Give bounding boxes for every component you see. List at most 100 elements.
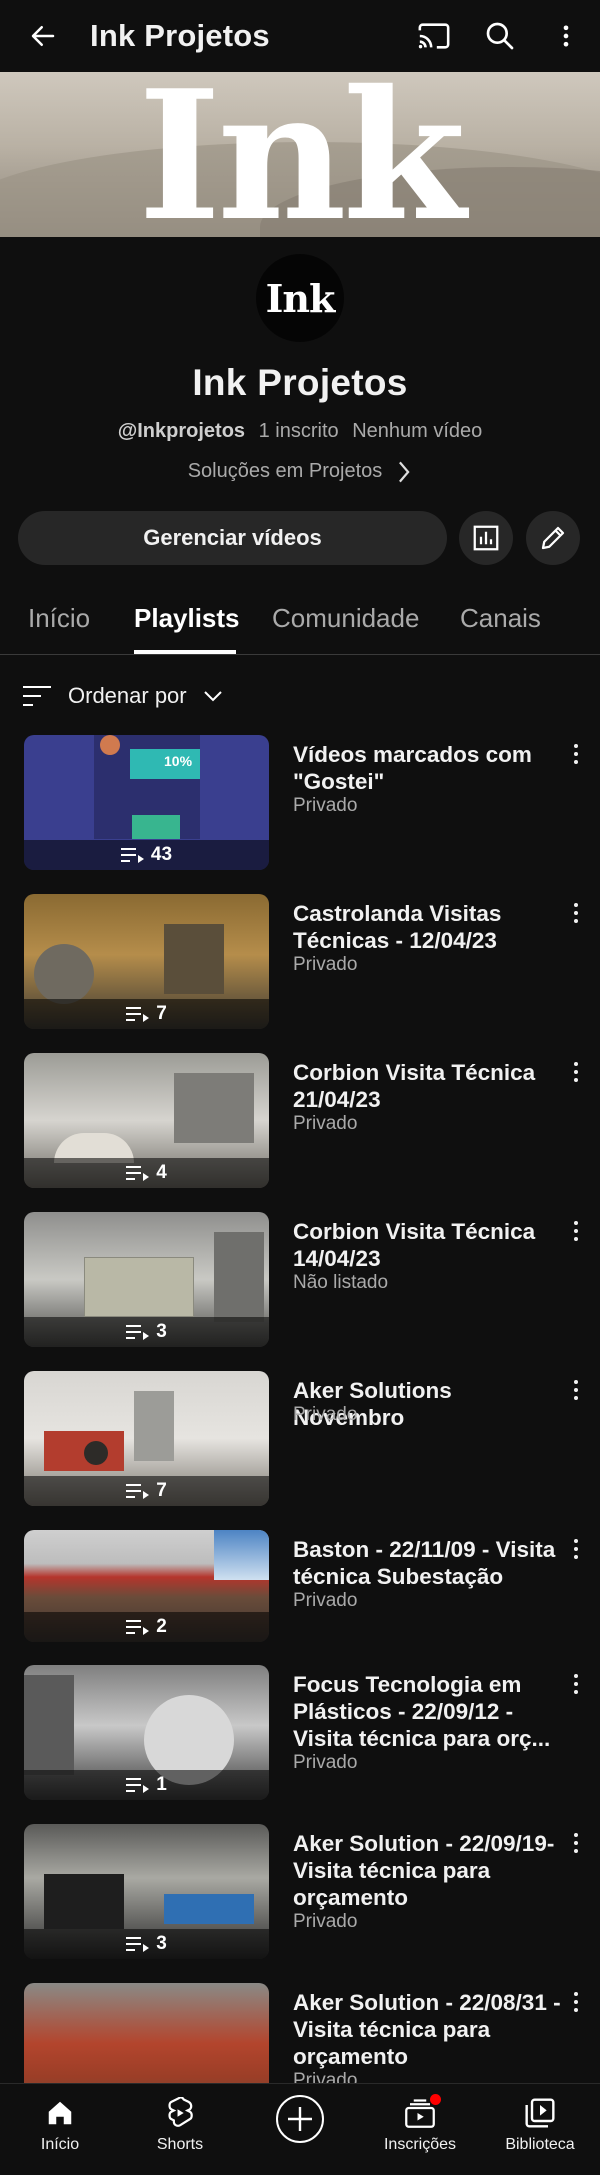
nav-home[interactable]: Início xyxy=(0,2084,120,2175)
playlist-video-count: 2 xyxy=(24,1612,269,1642)
playlist-icon xyxy=(126,1778,150,1793)
playlist-title[interactable]: Vídeos marcados com "Gostei" xyxy=(293,741,563,795)
playlist-thumbnail[interactable]: 7 xyxy=(24,1371,269,1506)
playlist-item[interactable]: 7 Castrolanda Visitas Técnicas - 12/04/2… xyxy=(0,894,600,1029)
shorts-icon xyxy=(165,2096,195,2130)
nav-subscriptions[interactable]: Inscrições xyxy=(360,2084,480,2175)
playlist-item[interactable]: 1 Focus Tecnologia em Plásticos - 22/09/… xyxy=(0,1665,600,1800)
bottom-navigation: Início Shorts Inscrições Biblioteca xyxy=(0,2083,600,2175)
playlist-title[interactable]: Corbion Visita Técnica 21/04/23 xyxy=(293,1059,563,1113)
playlist-thumbnail[interactable]: 1 xyxy=(24,1665,269,1800)
playlist-privacy: Privado xyxy=(293,1911,358,1932)
playlist-icon xyxy=(126,1620,150,1635)
playlist-privacy: Privado xyxy=(293,1752,358,1773)
tab-comunidade[interactable]: Comunidade xyxy=(272,603,419,634)
playlist-title[interactable]: Aker Solution - 22/09/19- Visita técnica… xyxy=(293,1830,563,1911)
playlist-title[interactable]: Baston - 22/11/09 - Visita técnica Subes… xyxy=(293,1536,563,1593)
more-vert-icon[interactable] xyxy=(566,1989,586,2015)
sort-label: Ordenar por xyxy=(68,683,187,708)
playlist-item[interactable]: 3 Aker Solution - 22/09/19- Visita técni… xyxy=(0,1824,600,1959)
nav-shorts[interactable]: Shorts xyxy=(120,2084,240,2175)
manage-videos-button[interactable]: Gerenciar vídeos xyxy=(18,511,447,565)
app-bar: Ink Projetos xyxy=(0,0,600,72)
channel-tabs: Início Playlists Comunidade Canais xyxy=(0,585,600,655)
playlist-thumbnail[interactable]: 2 xyxy=(24,1530,269,1642)
sort-icon xyxy=(23,686,51,706)
arrow-left-icon[interactable] xyxy=(22,15,64,57)
playlist-item[interactable]: 7 Aker Solutions Novembro Privado xyxy=(0,1371,600,1506)
playlist-privacy: Privado xyxy=(293,1590,358,1611)
nav-create[interactable] xyxy=(240,2084,360,2175)
playlist-video-count: 4 xyxy=(24,1158,269,1188)
nav-shorts-label: Shorts xyxy=(156,2136,204,2153)
tab-playlists[interactable]: Playlists xyxy=(134,603,240,634)
home-icon xyxy=(45,2096,75,2130)
playlist-icon xyxy=(120,848,144,863)
nav-library-label: Biblioteca xyxy=(505,2136,575,2153)
more-vert-icon[interactable] xyxy=(544,14,588,58)
playlist-thumbnail[interactable]: 7 xyxy=(24,894,269,1029)
more-vert-icon[interactable] xyxy=(566,900,586,926)
nav-home-label: Início xyxy=(40,2136,80,2153)
channel-banner: Ink xyxy=(0,72,600,237)
playlist-privacy: Não listado xyxy=(293,1272,389,1293)
channel-description[interactable]: Soluções em Projetos xyxy=(0,460,600,483)
channel-name: Ink Projetos xyxy=(192,362,408,403)
playlist-icon xyxy=(126,1484,150,1499)
playlist-video-count: 7 xyxy=(24,999,269,1029)
bar-chart-icon[interactable] xyxy=(459,511,513,565)
tab-inicio[interactable]: Início xyxy=(28,603,90,634)
playlist-title[interactable]: Focus Tecnologia em Plásticos - 22/09/12… xyxy=(293,1671,563,1752)
notification-dot xyxy=(430,2094,441,2105)
playlist-thumbnail[interactable]: 3 xyxy=(24,1824,269,1959)
playlist-video-count: 3 xyxy=(24,1317,269,1347)
create-plus-icon xyxy=(275,2095,325,2143)
playlist-title[interactable]: Castrolanda Visitas Técnicas - 12/04/23 xyxy=(293,900,563,954)
playlist-privacy: Privado xyxy=(293,1404,358,1425)
video-count: Nenhum vídeo xyxy=(352,420,483,442)
playlist-video-count: 7 xyxy=(24,1476,269,1506)
more-vert-icon[interactable] xyxy=(566,1830,586,1856)
playlist-item[interactable]: 3 Corbion Visita Técnica 14/04/23 Não li… xyxy=(0,1212,600,1347)
cast-icon[interactable] xyxy=(412,14,456,58)
more-vert-icon[interactable] xyxy=(566,1536,586,1562)
avatar[interactable]: Ink xyxy=(256,254,344,342)
playlist-video-count: 43 xyxy=(24,840,269,870)
playlist-privacy: Privado xyxy=(293,795,358,816)
playlist-item[interactable]: 4 Corbion Visita Técnica 21/04/23 Privad… xyxy=(0,1053,600,1188)
nav-subscriptions-label: Inscrições xyxy=(383,2136,457,2153)
search-icon[interactable] xyxy=(478,14,522,58)
playlist-icon xyxy=(126,1325,150,1340)
active-tab-indicator xyxy=(134,650,236,654)
more-vert-icon[interactable] xyxy=(566,1671,586,1697)
nav-library[interactable]: Biblioteca xyxy=(480,2084,600,2175)
chevron-right-icon xyxy=(399,461,410,482)
app-bar-title: Ink Projetos xyxy=(90,18,270,53)
banner-logo: Ink xyxy=(137,72,466,237)
more-vert-icon[interactable] xyxy=(566,1059,586,1085)
channel-description-text: Soluções em Projetos xyxy=(187,460,383,482)
sort-button[interactable]: Ordenar por xyxy=(22,678,223,714)
chevron-down-icon xyxy=(203,691,222,702)
subscriber-count: 1 inscrito xyxy=(258,420,339,442)
library-icon xyxy=(524,2096,556,2130)
playlist-icon xyxy=(126,1937,150,1952)
playlist-thumbnail[interactable]: 3 xyxy=(24,1212,269,1347)
more-vert-icon[interactable] xyxy=(566,1218,586,1244)
tab-canais[interactable]: Canais xyxy=(460,603,541,634)
more-vert-icon[interactable] xyxy=(566,741,586,767)
playlist-title[interactable]: Corbion Visita Técnica 14/04/23 xyxy=(293,1218,563,1272)
subscriptions-icon xyxy=(403,2094,441,2130)
playlist-icon xyxy=(126,1007,150,1022)
playlist-thumbnail[interactable]: 4 xyxy=(24,1053,269,1188)
channel-handle: @Inkprojetos xyxy=(117,420,246,442)
playlist-item[interactable]: 10% 43 Vídeos marcados com "Gostei" Priv… xyxy=(0,735,600,870)
playlist-video-count: 1 xyxy=(24,1770,269,1800)
more-vert-icon[interactable] xyxy=(566,1377,586,1403)
pencil-icon[interactable] xyxy=(526,511,580,565)
playlist-title[interactable]: Aker Solution - 22/08/31 - Visita técnic… xyxy=(293,1989,563,2070)
playlist-item[interactable]: 2 Baston - 22/11/09 - Visita técnica Sub… xyxy=(0,1530,600,1642)
playlist-privacy: Privado xyxy=(293,954,358,975)
playlist-thumbnail[interactable]: 10% 43 xyxy=(24,735,269,870)
playlist-privacy: Privado xyxy=(293,1113,358,1134)
